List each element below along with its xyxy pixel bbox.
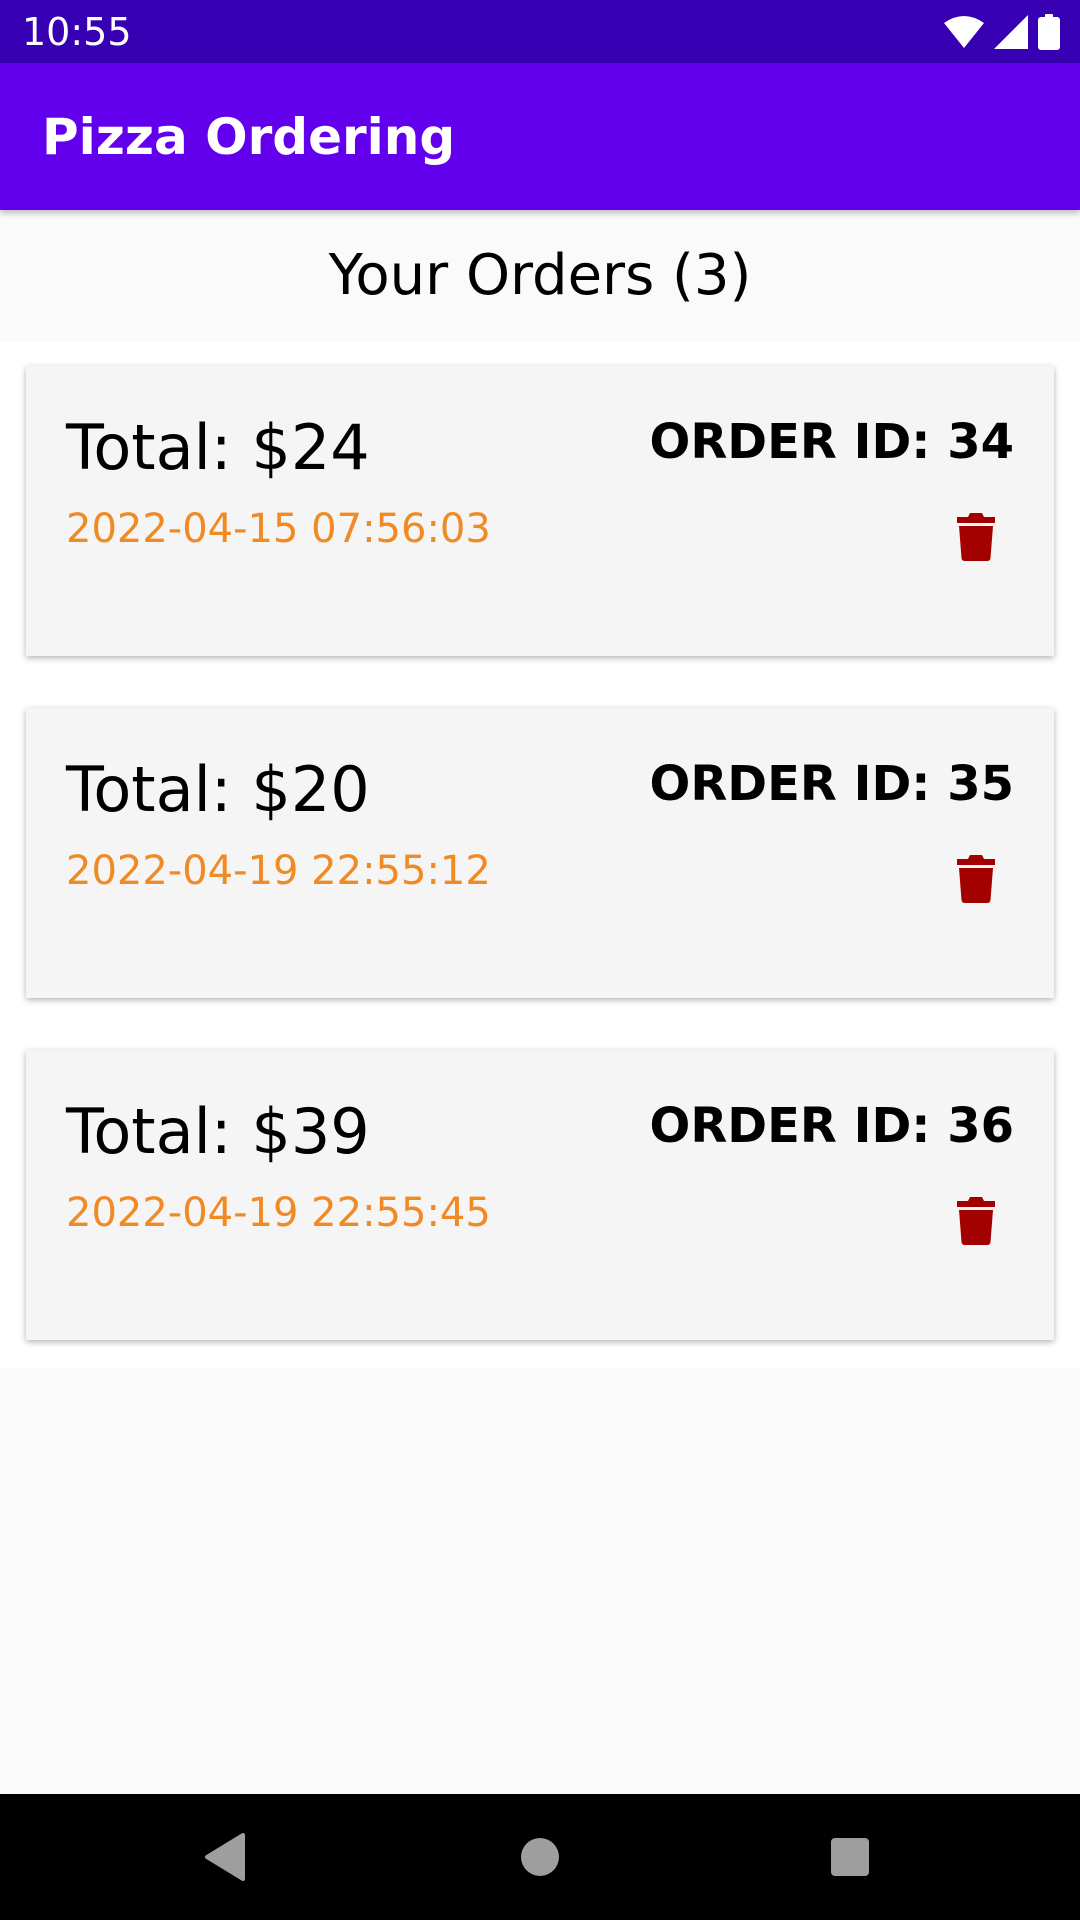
app-bar: Pizza Ordering [0, 63, 1080, 210]
status-time: 10:55 [22, 10, 132, 54]
trash-icon [957, 855, 995, 903]
order-card[interactable]: Total: $39 2022-04-19 22:55:45 ORDER ID:… [26, 1050, 1054, 1340]
trash-icon [957, 1197, 995, 1245]
signal-icon [994, 15, 1028, 49]
order-card[interactable]: Total: $20 2022-04-19 22:55:12 ORDER ID:… [26, 708, 1054, 998]
battery-icon [1038, 14, 1060, 50]
nav-back-button[interactable] [190, 1822, 260, 1892]
order-date: 2022-04-19 22:55:45 [66, 1190, 491, 1236]
order-card[interactable]: Total: $24 2022-04-15 07:56:03 ORDER ID:… [26, 366, 1054, 656]
nav-recents-button[interactable] [815, 1822, 885, 1892]
nav-home-button[interactable] [505, 1822, 575, 1892]
order-id: ORDER ID: 34 [649, 414, 1014, 470]
navigation-bar [0, 1794, 1080, 1920]
order-total: Total: $24 [66, 411, 370, 484]
status-icons [944, 12, 1060, 52]
order-id: ORDER ID: 36 [649, 1098, 1014, 1154]
delete-order-button[interactable] [946, 502, 1006, 572]
trash-icon [957, 513, 995, 561]
order-total: Total: $20 [66, 753, 370, 826]
home-icon [521, 1838, 559, 1876]
recents-icon [831, 1838, 869, 1876]
order-total: Total: $39 [66, 1095, 370, 1168]
delete-order-button[interactable] [946, 1186, 1006, 1256]
order-list-item: Total: $20 2022-04-19 22:55:12 ORDER ID:… [0, 684, 1080, 1026]
wifi-icon [944, 16, 984, 48]
order-list-item: Total: $39 2022-04-19 22:55:45 ORDER ID:… [0, 1026, 1080, 1368]
order-list: Total: $24 2022-04-15 07:56:03 ORDER ID:… [0, 342, 1080, 1368]
order-id: ORDER ID: 35 [649, 756, 1014, 812]
status-bar: 10:55 [0, 0, 1080, 63]
app-title: Pizza Ordering [42, 108, 456, 166]
order-date: 2022-04-19 22:55:12 [66, 848, 491, 894]
back-icon [205, 1833, 245, 1881]
order-date: 2022-04-15 07:56:03 [66, 506, 491, 552]
orders-heading: Your Orders (3) [328, 243, 752, 308]
order-list-item: Total: $24 2022-04-15 07:56:03 ORDER ID:… [0, 342, 1080, 684]
delete-order-button[interactable] [946, 844, 1006, 914]
